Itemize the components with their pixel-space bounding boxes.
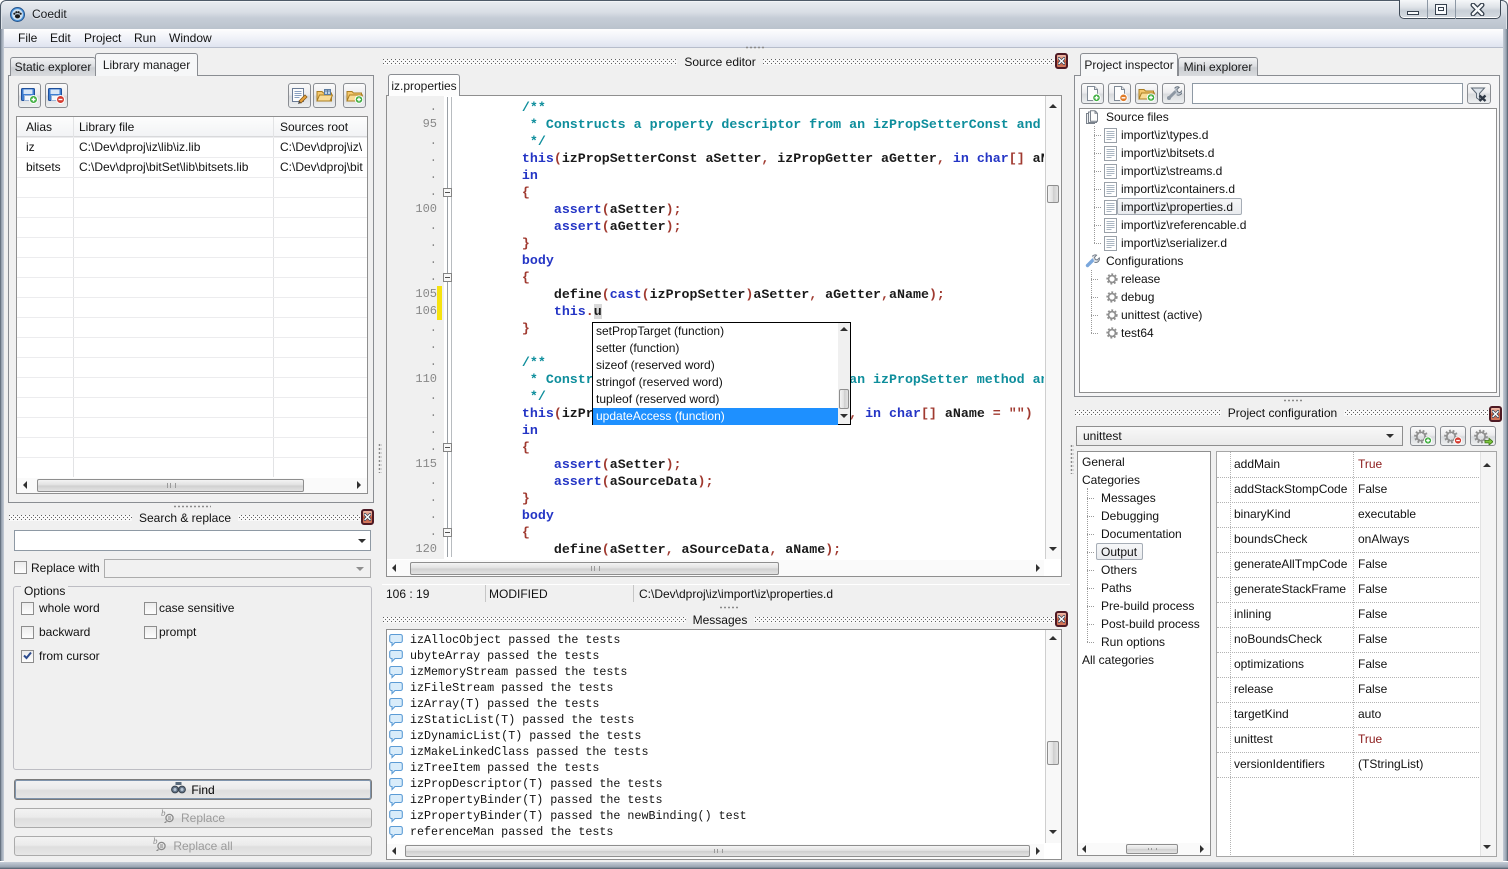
svg-text:b: b	[161, 809, 166, 818]
svg-text:b: b	[153, 837, 158, 846]
